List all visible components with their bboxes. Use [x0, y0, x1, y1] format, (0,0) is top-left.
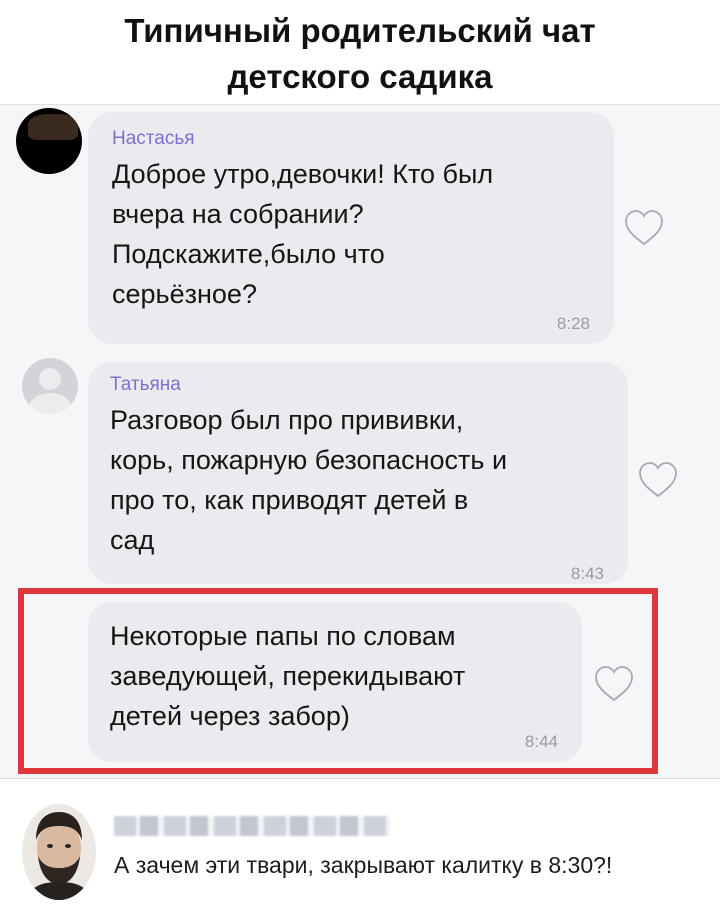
message-time: 8:43: [570, 564, 604, 583]
highlight-frame: [18, 588, 658, 774]
caption-title: Типичный родительский чат детского садик…: [0, 0, 720, 100]
commenter-avatar[interactable]: [22, 804, 96, 900]
sender-avatar-nastasya[interactable]: [16, 108, 82, 174]
message-bubble-2[interactable]: Татьяна Разговор был про прививки, корь,…: [88, 362, 628, 584]
message-time: 8:28: [556, 314, 590, 333]
commenter-name-blurred[interactable]: [114, 816, 390, 836]
like-heart-icon[interactable]: [636, 460, 680, 500]
sender-avatar-tatyana[interactable]: [22, 358, 78, 414]
message-text: Разговор был про прививки, корь, пожарну…: [110, 405, 508, 555]
divider: [0, 778, 720, 779]
caption-line-1: Типичный родительский чат: [124, 12, 596, 49]
person-photo-icon: [22, 804, 96, 900]
caption-line-2: детского садика: [227, 58, 493, 95]
message-author[interactable]: Татьяна: [110, 374, 606, 396]
avatar-body-shape: [29, 393, 71, 414]
meme-caption: Типичный родительский чат детского садик…: [0, 0, 720, 104]
like-heart-icon[interactable]: [622, 208, 666, 248]
message-text: Доброе утро,девочки! Кто был вчера на со…: [112, 159, 494, 309]
avatar-head-shape: [39, 368, 61, 390]
chat-screenshot: Настасья Доброе утро,девочки! Кто был вч…: [0, 104, 720, 778]
avatar-photo-shape: [28, 114, 78, 140]
divider: [0, 104, 720, 105]
message-bubble-1[interactable]: Настасья Доброе утро,девочки! Кто был вч…: [88, 112, 614, 344]
comment-section: А зачем эти твари, закрывают калитку в 8…: [0, 778, 720, 924]
message-author[interactable]: Настасья: [112, 128, 592, 150]
comment-text: А зачем эти твари, закрывают калитку в 8…: [114, 852, 613, 878]
